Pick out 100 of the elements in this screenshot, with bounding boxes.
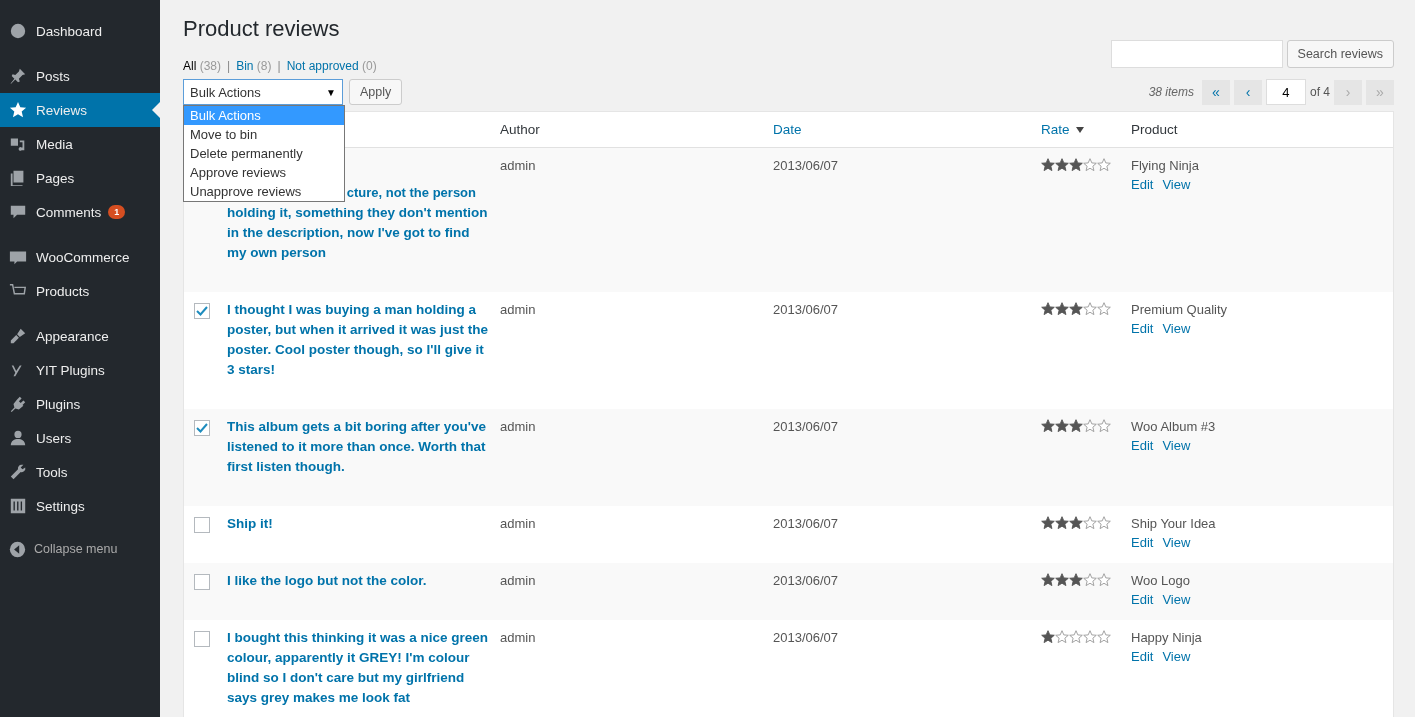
row-action-link[interactable]: Edit: [1131, 533, 1154, 552]
date-text: 2013/06/07: [773, 515, 840, 533]
sidebar-item[interactable]: Comments 1: [0, 195, 160, 229]
sliders-icon: [9, 497, 27, 515]
author-text: admin: [500, 301, 537, 319]
row-action-link[interactable]: View: [1162, 647, 1191, 666]
row-action-link[interactable]: View: [1162, 175, 1191, 194]
sidebar-item[interactable]: Tools: [0, 455, 160, 489]
gauge-icon: [9, 22, 27, 40]
product-name: Ship Your Idea: [1131, 515, 1217, 533]
row-action-link[interactable]: View: [1162, 319, 1191, 338]
filled-star-icon: [1041, 158, 1055, 172]
author-text: admin: [500, 157, 537, 175]
filter-link[interactable]: All (38): [183, 59, 222, 73]
column-header[interactable]: Date: [773, 122, 1041, 137]
sidebar-item[interactable]: Dashboard: [0, 14, 160, 48]
sidebar-item[interactable]: Products: [0, 274, 160, 308]
separator: |: [227, 59, 231, 73]
search-field[interactable]: [1110, 40, 1283, 68]
search-button[interactable]: Search reviews: [1286, 40, 1394, 68]
first-page-button[interactable]: «: [1202, 79, 1230, 105]
row-action-link[interactable]: View: [1162, 436, 1191, 455]
filled-star-icon: [1069, 158, 1083, 172]
review-text[interactable]: I like the logo but not the color.: [227, 571, 490, 591]
filled-star-icon: [1069, 516, 1083, 530]
filled-star-icon: [1041, 630, 1055, 644]
filled-star-icon: [1055, 516, 1069, 530]
user-icon: [9, 429, 27, 447]
filled-star-icon: [1055, 158, 1069, 172]
sidebar-item[interactable]: Appearance: [0, 319, 160, 353]
filter-link[interactable]: Bin (8): [236, 59, 272, 73]
product-name: Woo Logo: [1131, 572, 1192, 590]
caret-icon: ▼: [326, 86, 336, 98]
apply-button[interactable]: Apply: [349, 79, 403, 105]
product-name: Happy Ninja: [1131, 629, 1203, 647]
row-action-link[interactable]: Edit: [1131, 436, 1154, 455]
sidebar-item[interactable]: WooCommerce: [0, 240, 160, 274]
row-action-link[interactable]: Edit: [1131, 175, 1154, 194]
sidebar-item[interactable]: Users: [0, 421, 160, 455]
column-header: Product: [1131, 122, 1179, 137]
collapse-menu-button[interactable]: Collapse menu: [0, 534, 160, 564]
sidebar-item[interactable]: Plugins: [0, 387, 160, 421]
filled-star-icon: [1055, 302, 1069, 316]
row-action-link[interactable]: Edit: [1131, 590, 1154, 609]
brush-icon: [9, 327, 27, 345]
date-text: 2013/06/07: [773, 301, 840, 319]
bulk-actions-select[interactable]: Bulk Actions ▼: [183, 79, 343, 105]
filled-star-icon: [1069, 573, 1083, 587]
date-text: 2013/06/07: [773, 418, 840, 436]
pin-icon: [9, 67, 27, 85]
review-text[interactable]: I bought this thinking it was a nice green colour, apparently it GREY! I'm colour blind so I don't care but my girlfriend says grey makes me look fat: [227, 628, 490, 708]
column-header: Author: [500, 122, 541, 137]
sidebar-item[interactable]: Reviews: [0, 93, 160, 127]
author-text: admin: [500, 515, 537, 533]
sidebar-item[interactable]: YIT Plugins: [0, 353, 160, 387]
filled-star-icon: [1041, 302, 1055, 316]
author-text: admin: [500, 572, 537, 590]
dropdown-option[interactable]: Bulk Actions: [184, 106, 344, 125]
product-name: Flying Ninja: [1131, 157, 1200, 175]
sidebar-item[interactable]: Pages: [0, 161, 160, 195]
filled-star-icon: [1069, 302, 1083, 316]
sort-arrow-icon: [1075, 126, 1084, 133]
review-text[interactable]: Ship it!: [227, 514, 490, 534]
page-title: Product reviews: [183, 16, 341, 42]
date-text: 2013/06/07: [773, 572, 840, 590]
filled-star-icon: [1041, 573, 1055, 587]
page-number-field[interactable]: 4: [1266, 79, 1306, 105]
review-text[interactable]: This album gets a bit boring after you've listened to it more than once. Worth that first listen though.: [227, 417, 490, 477]
page-total: of 4: [1310, 85, 1330, 99]
row-action-link[interactable]: Edit: [1131, 319, 1154, 338]
product-name: Premium Quality: [1131, 301, 1229, 319]
sidebar-item[interactable]: Settings: [0, 489, 160, 523]
row-action-link[interactable]: Edit: [1131, 647, 1154, 666]
column-header[interactable]: Rate: [1041, 122, 1131, 137]
checkmark-icon: [196, 306, 208, 316]
row-checkbox[interactable]: [194, 517, 210, 533]
review-text[interactable]: I thought I was buying a man holding a poster, but when it arrived it was just the poster. Cool poster though, so I'll give it 3 stars!: [227, 300, 490, 380]
sidebar-item[interactable]: Posts: [0, 59, 160, 93]
filled-star-icon: [1041, 419, 1055, 433]
filter-link[interactable]: Not approved (0): [286, 59, 377, 73]
author-text: admin: [500, 418, 537, 436]
previous-page-button[interactable]: ‹: [1234, 79, 1262, 105]
date-text: 2013/06/07: [773, 157, 840, 175]
separator: |: [277, 59, 281, 73]
product-name: Woo Album #3: [1131, 418, 1217, 436]
row-action-link[interactable]: View: [1162, 590, 1191, 609]
filled-star-icon: [1041, 516, 1055, 530]
review-text[interactable]: cture, not the person: [346, 183, 476, 203]
sidebar-item[interactable]: Media: [0, 127, 160, 161]
filled-star-icon: [1069, 419, 1083, 433]
filled-star-icon: [1055, 573, 1069, 587]
row-checkbox[interactable]: [194, 574, 210, 590]
count-badge: 1: [108, 205, 126, 219]
review-text[interactable]: holding it, something they don't mention in the description, now I've got to find my own person: [227, 203, 490, 263]
checkmark-icon: [196, 423, 208, 433]
row-action-link[interactable]: View: [1162, 533, 1191, 552]
row-checkbox[interactable]: [194, 631, 210, 647]
row-checkbox[interactable]: [194, 420, 210, 436]
row-checkbox[interactable]: [194, 303, 210, 319]
filled-star-icon: [1055, 419, 1069, 433]
